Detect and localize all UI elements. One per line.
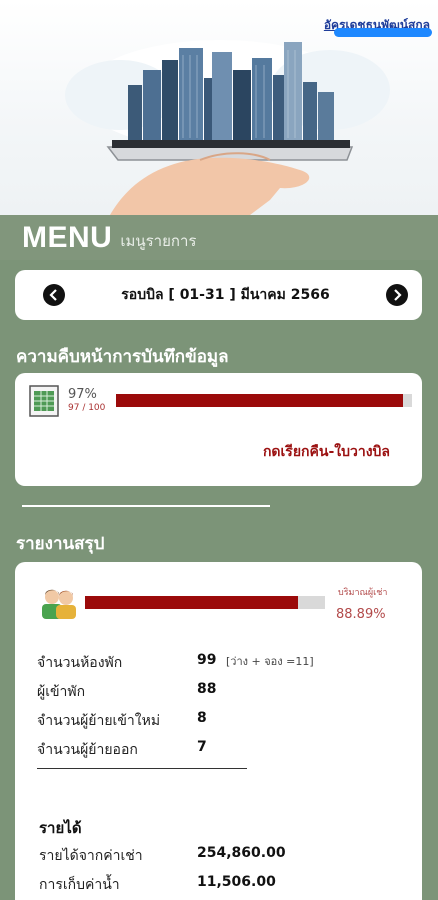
income-value-rent: 254,860.00 (197, 845, 286, 861)
income-value-water: 11,506.00 (197, 874, 276, 890)
stat-value-tenants: 88 (197, 681, 217, 697)
summary-card: บริมาณผู้เช่า 88.89% จำนวนห้องพัก 99 [ว่… (15, 562, 422, 900)
occupancy-label: บริมาณผู้เช่า (338, 588, 388, 598)
occupancy-bar (85, 596, 325, 609)
progress-card: 97% 97 / 100 กดเรียกคืน-ใบวางบิล (15, 373, 422, 486)
hero-banner: อัครเดชธนพัฒน์สกุล (0, 0, 438, 215)
recall-invoice-link[interactable]: กดเรียกคืน-ใบวางบิล (263, 441, 390, 463)
stat-label-move-out: จำนวนผู้ย้ายออก (37, 742, 138, 758)
progress-section-title: ความคืบหน้าการบันทึกข้อมูล (16, 347, 229, 367)
stats-divider (37, 768, 247, 769)
progress-bar-fill (116, 394, 404, 407)
income-heading: รายได้ (39, 819, 82, 837)
chevron-right-icon (394, 289, 402, 301)
stat-value-rooms: 99 (197, 652, 217, 668)
billing-round-label: รอบบิล [ 01-31 ] มีนาคม 2566 (121, 287, 330, 303)
menu-title: MENU (22, 220, 113, 254)
income-label-water: การเก็บค่าน้ำ (39, 877, 120, 893)
stat-label-rooms: จำนวนห้องพัก (37, 655, 123, 671)
people-icon (42, 589, 76, 619)
stat-value-move-out: 7 (197, 739, 207, 755)
progress-percent: 97% (68, 387, 97, 402)
income-label-rent: รายได้จากค่าเช่า (39, 848, 143, 864)
billing-round-selector: รอบบิล [ 01-31 ] มีนาคม 2566 (15, 270, 422, 320)
occupancy-bar-fill (85, 596, 299, 609)
occupancy-value: 88.89% (336, 607, 386, 622)
stat-label-move-in: จำนวนผู้ย้ายเข้าใหม่ (37, 713, 161, 729)
stat-label-tenants: ผู้เข้าพัก (37, 684, 86, 700)
progress-bar (116, 394, 412, 407)
stat-note-rooms: [ว่าง + จอง =11] (226, 655, 314, 668)
stat-value-move-in: 8 (197, 710, 207, 726)
progress-count: 97 / 100 (68, 403, 106, 413)
ledger-icon (29, 385, 59, 417)
chevron-left-icon (49, 289, 57, 301)
next-round-button[interactable] (385, 284, 408, 306)
menu-subtitle: เมนูรายการ (120, 231, 197, 250)
menu-banner: MENU เมนูรายการ (0, 215, 438, 260)
summary-section-title: รายงานสรุป (16, 534, 105, 554)
section-divider (22, 505, 270, 507)
previous-round-button[interactable] (43, 284, 65, 306)
owner-name-highlight (334, 28, 432, 37)
